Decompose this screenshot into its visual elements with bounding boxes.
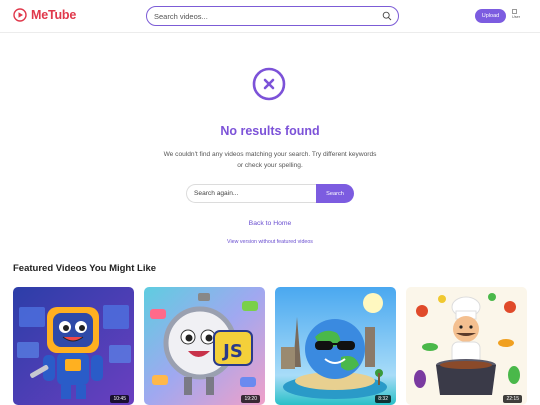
video-duration: 22:15 bbox=[503, 395, 522, 403]
search-icon[interactable] bbox=[382, 11, 392, 21]
search-again-button[interactable]: Search bbox=[316, 184, 354, 203]
view-without-featured-link[interactable]: View version without featured videos bbox=[0, 239, 540, 245]
no-results-message: We couldn't find any videos matching you… bbox=[163, 151, 377, 169]
clock-javascript-thumbnail: JS bbox=[144, 287, 265, 405]
search-bar bbox=[146, 6, 399, 26]
video-duration: 8:32 bbox=[375, 395, 391, 403]
search-input[interactable] bbox=[154, 10, 374, 23]
avatar[interactable]: User bbox=[512, 9, 526, 23]
logo[interactable]: MeTube bbox=[13, 8, 76, 22]
brand-name: MeTube bbox=[31, 8, 77, 22]
avatar-alt-text: User bbox=[512, 15, 521, 19]
close-circle-icon bbox=[252, 67, 286, 101]
svg-text:JS: JS bbox=[221, 341, 243, 362]
video-duration: 10:45 bbox=[110, 395, 129, 403]
upload-button[interactable]: Upload bbox=[475, 9, 506, 23]
featured-section-title: Featured Videos You Might Like bbox=[13, 263, 157, 274]
video-card[interactable]: 8:32 bbox=[275, 287, 396, 405]
search-again-input[interactable] bbox=[186, 184, 318, 203]
video-duration: 19:20 bbox=[241, 395, 260, 403]
video-card[interactable]: 22:15 bbox=[406, 287, 527, 405]
globe-travel-thumbnail bbox=[275, 287, 396, 405]
search-again-form: Search bbox=[186, 184, 354, 203]
play-logo-icon bbox=[13, 8, 27, 22]
no-results-title: No results found bbox=[220, 124, 320, 138]
video-card[interactable]: JS 19:20 bbox=[144, 287, 265, 405]
back-to-home-link[interactable]: Back to Home bbox=[0, 220, 540, 227]
robot-mascot-thumbnail bbox=[13, 287, 134, 405]
video-card[interactable]: 10:45 bbox=[13, 287, 134, 405]
broken-image-icon bbox=[512, 9, 517, 14]
chef-cooking-thumbnail bbox=[406, 287, 527, 405]
top-header: MeTube Upload User bbox=[0, 0, 540, 33]
